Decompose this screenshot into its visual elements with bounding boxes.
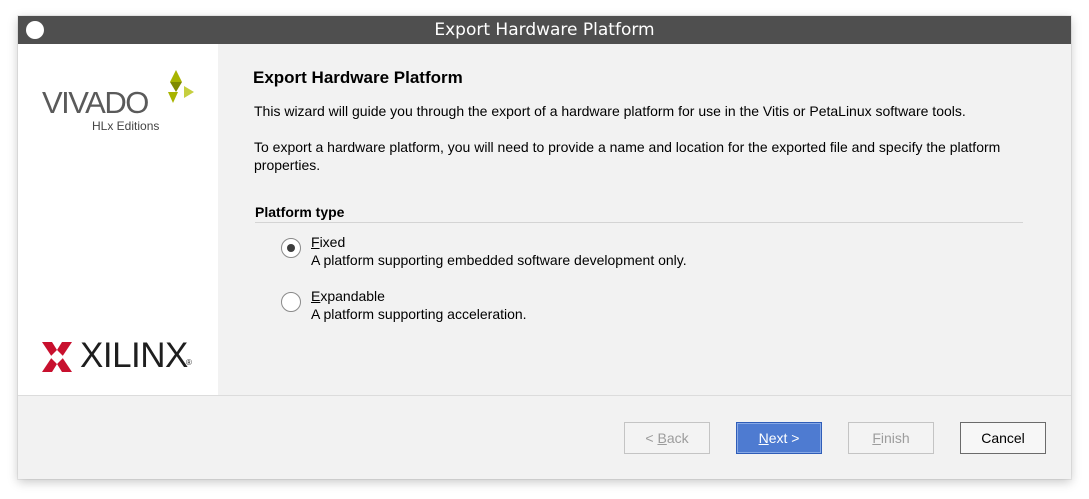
instructions-text: To export a hardware platform, you will … xyxy=(254,139,1001,173)
xilinx-logo: XILINX ® xyxy=(42,336,202,376)
cancel-button[interactable]: Cancel xyxy=(960,422,1046,454)
registered-mark: ® xyxy=(186,358,192,367)
intro-text: This wizard will guide you through the e… xyxy=(254,103,966,119)
page-title: Export Hardware Platform xyxy=(253,68,463,87)
branding-panel: VIVADO HLx Editions XILINX ® xyxy=(18,44,218,395)
wizard-content: Export Hardware Platform This wizard wil… xyxy=(218,44,1071,395)
vivado-logo: VIVADO HLx Editions xyxy=(42,70,194,134)
expandable-description: A platform supporting acceleration. xyxy=(311,306,527,322)
platform-type-heading: Platform type xyxy=(255,204,1023,223)
expandable-label[interactable]: Expandable xyxy=(311,288,385,304)
finish-button[interactable]: Finish xyxy=(848,422,934,454)
hlx-editions-label: HLx Editions xyxy=(92,119,160,133)
vivado-wordmark: VIVADO xyxy=(42,85,149,120)
window-menu-icon[interactable] xyxy=(26,21,44,39)
fixed-description: A platform supporting embedded software … xyxy=(311,252,687,268)
xilinx-wordmark: XILINX xyxy=(80,336,188,375)
export-hardware-platform-dialog: Export Hardware Platform VIVADO HLx Edit… xyxy=(18,16,1071,479)
title-bar: Export Hardware Platform xyxy=(18,16,1071,44)
vivado-triangles-icon xyxy=(168,70,194,103)
radio-selected-dot xyxy=(287,244,295,252)
button-bar-divider xyxy=(18,395,1071,396)
window-title: Export Hardware Platform xyxy=(434,20,655,40)
fixed-label[interactable]: Fixed xyxy=(311,234,345,250)
fixed-radio[interactable] xyxy=(281,238,301,258)
back-button[interactable]: < Back xyxy=(624,422,710,454)
expandable-radio[interactable] xyxy=(281,292,301,312)
next-button[interactable]: Next > xyxy=(736,422,822,454)
xilinx-x-icon xyxy=(42,342,72,372)
